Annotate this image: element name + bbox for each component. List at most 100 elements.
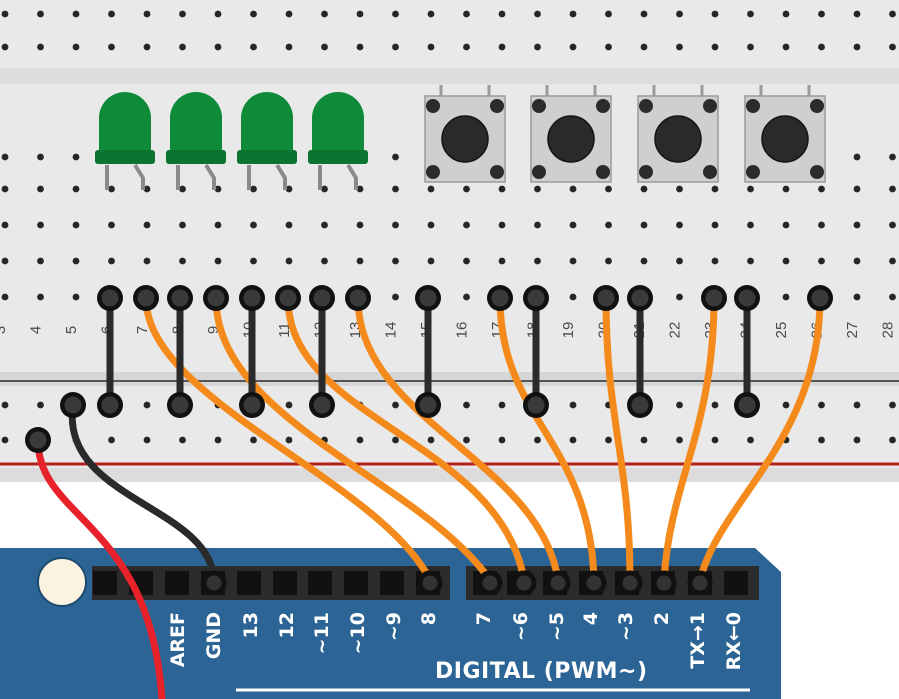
breadboard-hole xyxy=(782,257,790,265)
breadboard-hole xyxy=(676,293,683,301)
breadboard-hole xyxy=(1,10,9,18)
breadboard-hole xyxy=(108,10,115,18)
mounting-hole xyxy=(37,557,87,607)
breadboard-hole xyxy=(676,221,683,229)
breadboard-hole xyxy=(569,185,577,193)
breadboard-hole xyxy=(605,221,612,229)
breadboard-hole xyxy=(569,43,577,51)
wire-end-row-inner xyxy=(705,289,723,307)
column-number: 16 xyxy=(454,322,471,339)
breadboard-hole xyxy=(214,43,222,51)
pin-label: ~10 xyxy=(347,612,369,654)
breadboard-hole xyxy=(143,401,151,409)
pushbutton-cap xyxy=(441,115,489,163)
wire-end-lower-inner xyxy=(171,396,189,414)
wire-end-power-inner xyxy=(29,431,47,449)
pushbutton-cap xyxy=(654,115,702,163)
breadboard-hole xyxy=(427,221,435,229)
breadboard-hole xyxy=(534,10,541,18)
breadboard-hole xyxy=(498,257,506,265)
breadboard-hole xyxy=(818,257,825,265)
breadboard-hole xyxy=(108,436,115,444)
header-wire-end-inner xyxy=(586,575,602,591)
breadboard-hole xyxy=(534,43,541,51)
breadboard-hole xyxy=(285,43,293,51)
breadboard-hole xyxy=(179,10,186,18)
pin-label: 13 xyxy=(240,612,262,638)
breadboard-hole xyxy=(676,10,683,18)
breadboard-hole xyxy=(72,257,80,265)
breadboard-hole xyxy=(853,153,861,161)
breadboard-hole xyxy=(427,185,435,193)
pushbutton-pin xyxy=(532,165,546,179)
breadboard-hole xyxy=(72,221,80,229)
breadboard-hole xyxy=(889,10,896,18)
breadboard-hole xyxy=(463,401,470,409)
wire-end-row-inner xyxy=(527,289,545,307)
breadboard-hole xyxy=(853,185,861,193)
breadboard-hole xyxy=(108,257,115,265)
breadboard-hole xyxy=(72,293,80,301)
breadboard-hole xyxy=(321,185,328,193)
wire-end-lower-inner xyxy=(738,396,756,414)
pushbutton-pin xyxy=(596,99,610,113)
led-rim xyxy=(237,150,297,164)
led-body xyxy=(99,92,151,158)
breadboard-hole xyxy=(108,221,115,229)
column-number: 27 xyxy=(844,322,861,339)
breadboard-hole xyxy=(498,10,506,18)
pushbutton-pin xyxy=(703,99,717,113)
breadboard-hole xyxy=(889,221,896,229)
wire-end-row-inner xyxy=(137,289,155,307)
wire-end-lower-inner xyxy=(419,396,437,414)
breadboard-hole xyxy=(889,401,896,409)
breadboard-hole xyxy=(392,43,399,51)
wire-end-row-inner xyxy=(631,289,649,307)
breadboard-hole xyxy=(569,401,577,409)
breadboard-hole xyxy=(427,436,435,444)
breadboard-hole xyxy=(782,401,790,409)
breadboard-hole xyxy=(1,221,9,229)
pin-label: TX→1 xyxy=(687,612,709,669)
breadboard-hole xyxy=(747,43,754,51)
breadboard-hole xyxy=(463,221,470,229)
breadboard-hole xyxy=(392,257,399,265)
breadboard-hole xyxy=(711,257,719,265)
pushbutton xyxy=(744,85,826,183)
breadboard-hole xyxy=(321,10,328,18)
breadboard-hole xyxy=(37,221,44,229)
breadboard-hole xyxy=(818,10,825,18)
breadboard-hole xyxy=(605,436,612,444)
breadboard-hole xyxy=(179,185,186,193)
breadboard-hole xyxy=(534,221,541,229)
wire-end-row-inner xyxy=(811,289,829,307)
breadboard-hole xyxy=(463,436,470,444)
pin-label: 4 xyxy=(580,612,602,625)
breadboard-hole xyxy=(427,43,435,51)
breadboard-hole xyxy=(605,10,612,18)
pushbutton-pin xyxy=(746,165,760,179)
breadboard-hole xyxy=(569,436,577,444)
pushbutton xyxy=(424,85,506,183)
header-wire-end-inner xyxy=(692,575,708,591)
breadboard-hole xyxy=(569,10,577,18)
breadboard-hole xyxy=(853,43,861,51)
led-body xyxy=(241,92,293,158)
breadboard-hole xyxy=(782,10,790,18)
breadboard-hole xyxy=(427,10,435,18)
breadboard-hole xyxy=(250,43,257,51)
header-socket xyxy=(273,571,297,595)
pushbutton-pin xyxy=(703,165,717,179)
breadboard-hole xyxy=(569,293,577,301)
breadboard-hole xyxy=(463,257,470,265)
breadboard-hole xyxy=(711,221,719,229)
breadboard-hole xyxy=(214,257,222,265)
pushbutton-pin xyxy=(639,165,653,179)
breadboard-hole xyxy=(889,293,896,301)
breadboard-hole xyxy=(853,221,861,229)
breadboard-hole xyxy=(747,257,754,265)
breadboard-hole xyxy=(72,153,80,161)
breadboard-hole xyxy=(356,436,364,444)
breadboard-hole xyxy=(143,221,151,229)
breadboard-hole xyxy=(37,153,44,161)
